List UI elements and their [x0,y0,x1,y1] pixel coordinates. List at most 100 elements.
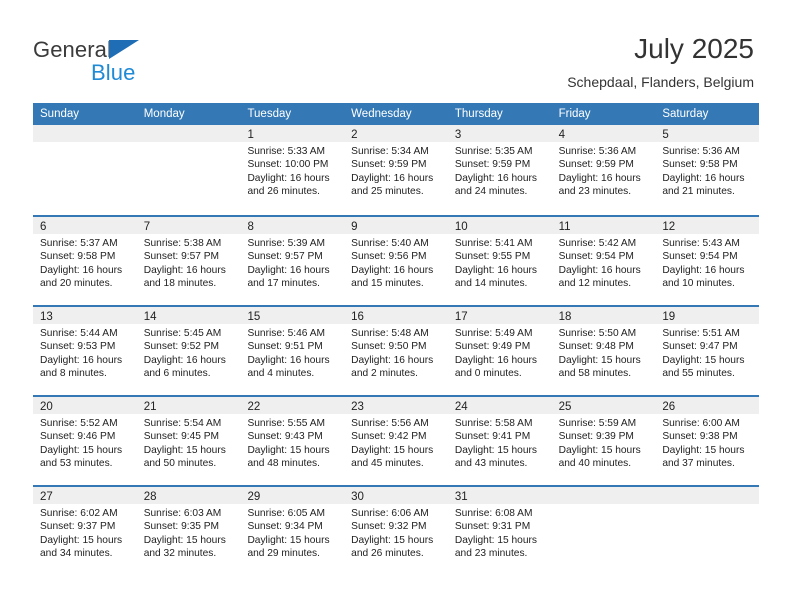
daylight-text-line1: Daylight: 16 hours [454,264,537,276]
day-number-band: 23 [344,397,448,414]
day-number-band: 15 [240,307,345,324]
daylight-text-line1: Daylight: 15 hours [247,444,330,456]
day-cell[interactable]: 22 Sunrise: 5:55 AM Sunset: 9:43 PM Dayligh… [240,397,345,485]
day-cell[interactable]: 18 Sunrise: 5:50 AM Sunset: 9:48 PM Dayligh… [551,307,656,395]
day-number: 18 [558,311,572,323]
logo-text-blue: Blue [91,60,136,85]
daylight-text-line1: Daylight: 16 hours [247,354,330,366]
day-details: Sunrise: 5:44 AM Sunset: 9:53 PM Daylight:… [33,324,137,381]
sunrise-text: Sunrise: 6:08 AM [454,508,533,519]
calendar-weeks: 1 Sunrise: 5:33 AM Sunset: 10:00 PM Dayligh… [33,125,760,575]
daylight-text-line1: Daylight: 16 hours [143,264,226,276]
day-cell[interactable]: 6 Sunrise: 5:37 AM Sunset: 9:58 PM Daylight… [33,217,137,305]
day-cell[interactable]: 28 Sunrise: 6:03 AM Sunset: 9:35 PM Dayligh… [136,487,241,575]
day-details: Sunrise: 5:49 AM Sunset: 9:49 PM Daylight:… [448,324,552,381]
day-number: 13 [40,311,53,323]
sunset-text: Sunset: 9:57 PM [143,251,220,263]
day-details: Sunrise: 5:52 AM Sunset: 9:46 PM Daylight:… [33,414,137,471]
day-number-band: 14 [136,307,241,324]
day-number-band: 20 [33,397,137,414]
day-cell[interactable]: 29 Sunrise: 6:05 AM Sunset: 9:34 PM Dayligh… [240,487,345,575]
day-cell[interactable]: 1 Sunrise: 5:33 AM Sunset: 10:00 PM Dayligh… [240,125,345,215]
day-cell[interactable]: 5 Sunrise: 5:36 AM Sunset: 9:58 PM Daylight… [655,125,760,215]
day-cell[interactable]: 9 Sunrise: 5:40 AM Sunset: 9:56 PM Daylight… [344,217,448,305]
weekday-header-wednesday: Wednesday [351,108,412,120]
day-cell[interactable]: 31 Sunrise: 6:08 AM Sunset: 9:31 PM Dayligh… [447,487,552,575]
sunset-text: Sunset: 9:42 PM [351,431,427,443]
daylight-text-line2: and 48 minutes. [247,458,320,470]
day-cell[interactable]: 21 Sunrise: 5:54 AM Sunset: 9:45 PM Dayligh… [136,397,241,485]
day-cell[interactable]: 24 Sunrise: 5:58 AM Sunset: 9:41 PM Dayligh… [447,397,552,485]
day-details: Sunrise: 5:43 AM Sunset: 9:54 PM Daylight:… [655,234,759,291]
day-cell-empty [655,487,760,575]
daylight-text-line1: Daylight: 15 hours [40,444,123,456]
day-cell[interactable]: 20 Sunrise: 5:52 AM Sunset: 9:46 PM Dayligh… [33,397,137,485]
day-number-band: 2 [344,125,448,142]
calendar-grid: Sunday Monday Tuesday Wednesday Thursday Frid… [33,103,760,575]
day-details: Sunrise: 5:51 AM Sunset: 9:47 PM Daylight:… [655,324,759,381]
sunrise-text: Sunrise: 5:48 AM [351,328,429,339]
daylight-text-line2: and 17 minutes. [247,278,320,290]
weekday-header-sunday: Sunday [40,108,80,120]
day-cell[interactable]: 26 Sunrise: 6:00 AM Sunset: 9:38 PM Dayligh… [655,397,760,485]
day-cell[interactable]: 14 Sunrise: 5:45 AM Sunset: 9:52 PM Dayligh… [136,307,241,395]
day-cell[interactable]: 19 Sunrise: 5:51 AM Sunset: 9:47 PM Dayligh… [655,307,760,395]
day-cell[interactable]: 25 Sunrise: 5:59 AM Sunset: 9:39 PM Dayligh… [551,397,656,485]
day-number: 6 [40,221,47,233]
day-number: 7 [143,221,151,233]
day-cell[interactable]: 10 Sunrise: 5:41 AM Sunset: 9:55 PM Dayligh… [447,217,552,305]
day-number: 9 [351,221,358,233]
day-cell[interactable]: 8 Sunrise: 5:39 AM Sunset: 9:57 PM Daylight… [240,217,345,305]
day-number-band: 29 [240,487,345,504]
sunset-text: Sunset: 9:38 PM [662,431,738,443]
day-number: 14 [143,311,157,323]
day-details: Sunrise: 5:34 AM Sunset: 9:59 PM Daylight:… [344,142,448,199]
day-number-band: 6 [33,217,137,234]
day-number: 1 [247,129,254,141]
day-cell[interactable]: 2 Sunrise: 5:34 AM Sunset: 9:59 PM Daylight… [344,125,448,215]
sunset-text: Sunset: 9:59 PM [454,159,531,171]
day-cell[interactable]: 15 Sunrise: 5:46 AM Sunset: 9:51 PM Dayligh… [240,307,345,395]
day-cell[interactable]: 27 Sunrise: 6:02 AM Sunset: 9:37 PM Dayligh… [33,487,137,575]
day-cell[interactable]: 23 Sunrise: 5:56 AM Sunset: 9:42 PM Dayligh… [344,397,448,485]
page-header: General Blue July 2025 Schepdaal, Flande… [0,0,792,100]
generalblue-logo[interactable]: General Blue [33,37,233,85]
day-cell[interactable]: 7 Sunrise: 5:38 AM Sunset: 9:57 PM Daylight… [136,217,241,305]
day-details [655,504,759,507]
daylight-text-line2: and 2 minutes. [351,368,418,380]
day-cell[interactable]: 11 Sunrise: 5:42 AM Sunset: 9:54 PM Dayligh… [551,217,656,305]
calendar-page: General Blue July 2025 Schepdaal, Flande… [0,0,792,612]
day-details: Sunrise: 5:41 AM Sunset: 9:55 PM Daylight:… [448,234,552,291]
day-number-band: 11 [551,217,656,234]
day-cell[interactable]: 4 Sunrise: 5:36 AM Sunset: 9:59 PM Daylight… [551,125,656,215]
day-cell-empty [33,125,137,215]
sunrise-text: Sunrise: 6:00 AM [662,418,740,429]
daylight-text-line2: and 53 minutes. [40,458,113,470]
day-details: Sunrise: 5:46 AM Sunset: 9:51 PM Daylight:… [240,324,344,381]
day-details: Sunrise: 5:35 AM Sunset: 9:59 PM Daylight:… [448,142,552,199]
day-details [33,142,137,145]
day-cell[interactable]: 30 Sunrise: 6:06 AM Sunset: 9:32 PM Dayligh… [344,487,448,575]
sunrise-text: Sunrise: 5:45 AM [143,328,222,339]
day-cell[interactable]: 16 Sunrise: 5:48 AM Sunset: 9:50 PM Dayligh… [344,307,448,395]
daylight-text-line2: and 23 minutes. [454,548,528,560]
sunset-text: Sunset: 9:54 PM [662,251,738,263]
day-number-band: 18 [551,307,656,324]
sunset-text: Sunset: 9:32 PM [351,521,427,533]
daylight-text-line2: and 43 minutes. [454,458,528,470]
day-cell[interactable]: 3 Sunrise: 5:35 AM Sunset: 9:59 PM Daylight… [447,125,552,215]
sunset-text: Sunset: 9:54 PM [558,251,634,263]
sunrise-text: Sunrise: 5:58 AM [454,418,533,429]
day-details: Sunrise: 5:50 AM Sunset: 9:48 PM Daylight:… [552,324,656,381]
day-cell[interactable]: 17 Sunrise: 5:49 AM Sunset: 9:49 PM Dayligh… [447,307,552,395]
sunset-text: Sunset: 9:46 PM [40,431,116,443]
sunrise-text: Sunrise: 5:44 AM [40,328,118,339]
day-details: Sunrise: 5:42 AM Sunset: 9:54 PM Daylight:… [552,234,656,291]
day-cell[interactable]: 13 Sunrise: 5:44 AM Sunset: 9:53 PM Dayligh… [33,307,137,395]
daylight-text-line2: and 10 minutes. [662,278,735,290]
weekday-header-row: Sunday Monday Tuesday Wednesday Thursday Frid… [33,103,759,125]
day-number-band: 22 [240,397,345,414]
day-number: 4 [558,129,565,141]
daylight-text-line1: Daylight: 15 hours [40,534,123,546]
day-cell[interactable]: 12 Sunrise: 5:43 AM Sunset: 9:54 PM Dayligh… [655,217,760,305]
